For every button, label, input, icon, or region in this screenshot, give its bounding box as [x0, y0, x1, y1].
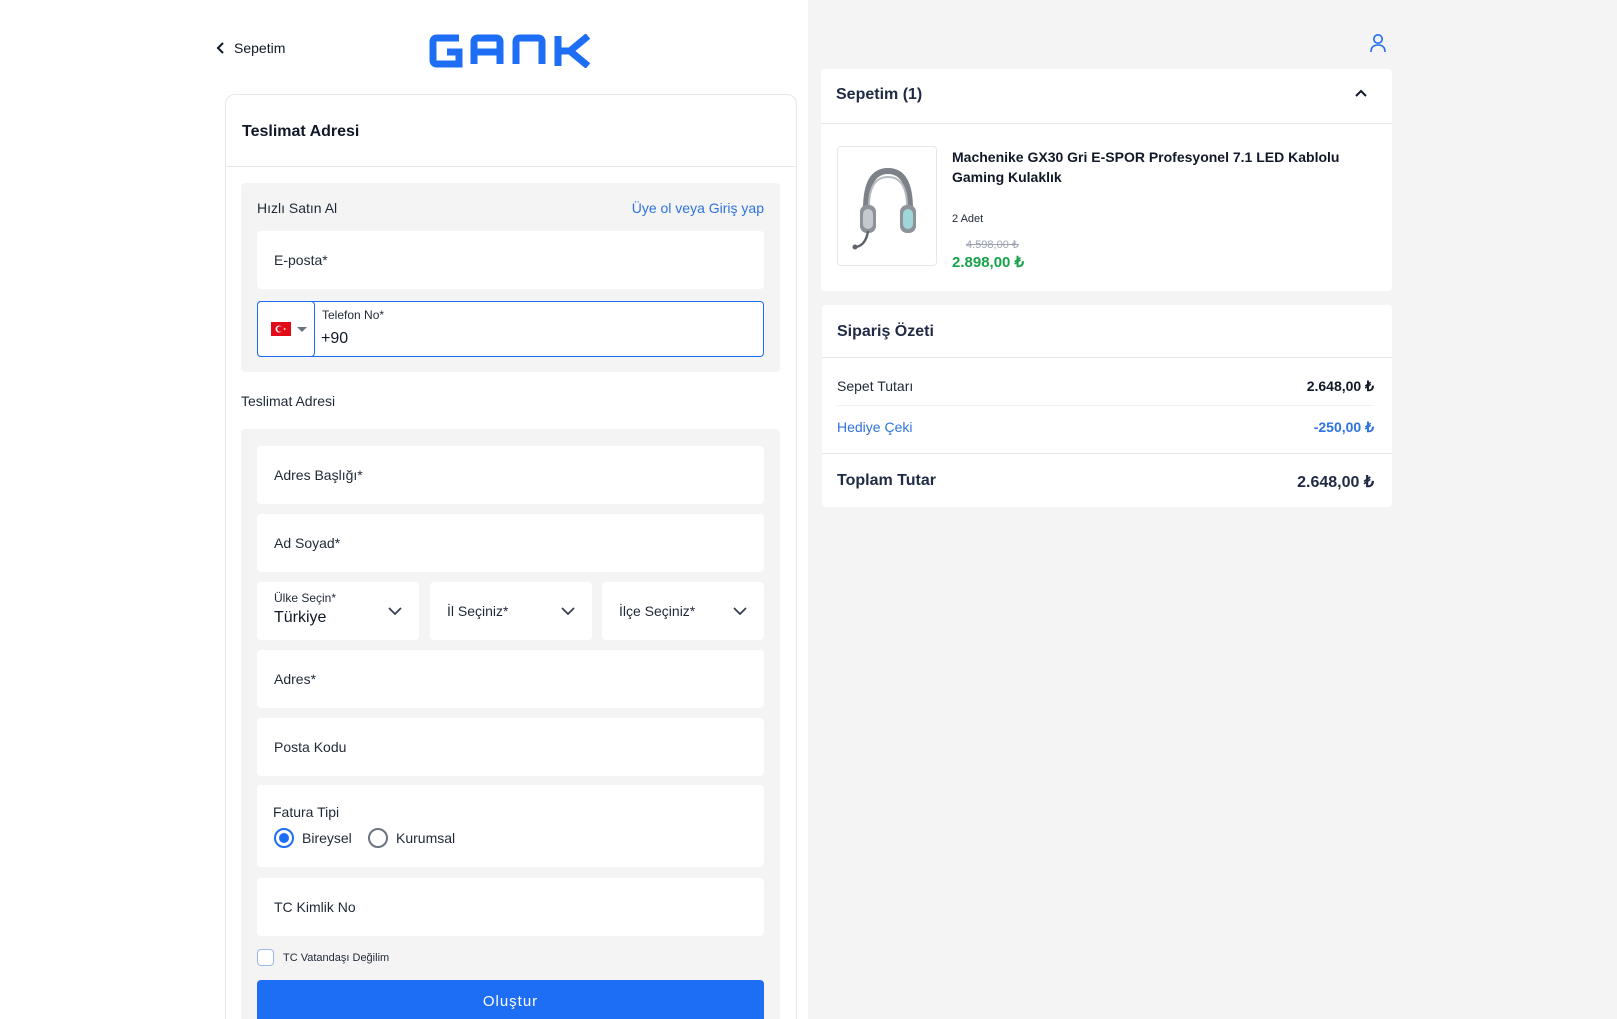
subtotal-label: Sepet Tutarı: [837, 378, 914, 394]
email-label: E-posta*: [274, 252, 328, 268]
divider: [822, 357, 1392, 358]
quick-buy-title: Hızlı Satın Al: [257, 200, 338, 216]
caret-down-icon: [297, 327, 307, 332]
invoice-type-group: Fatura Tipi Bireysel Kurumsal: [257, 785, 764, 867]
product-name[interactable]: Machenike GX30 Gri E-SPOR Profesyonel 7.…: [952, 147, 1372, 187]
postal-code-field[interactable]: Posta Kodu: [257, 718, 764, 776]
chevron-down-icon: [561, 607, 575, 615]
divider: [837, 405, 1374, 406]
create-button[interactable]: Oluştur: [257, 980, 764, 1019]
gank-logo[interactable]: [429, 34, 592, 68]
address-field[interactable]: Adres*: [257, 650, 764, 708]
radio-individual[interactable]: Bireysel: [274, 828, 352, 848]
phone-label: Telefon No*: [322, 308, 385, 322]
address-title-label: Adres Başlığı*: [274, 467, 363, 483]
radio-unselected-icon: [368, 828, 388, 848]
phone-value: +90: [321, 330, 349, 347]
back-label: Sepetim: [234, 40, 286, 56]
user-account-icon[interactable]: [1369, 33, 1387, 53]
card-title: Teslimat Adresi: [242, 123, 360, 140]
cart-card: Sepetim (1) Machenike GX30 Gri E-SPOR Pr…: [821, 69, 1392, 291]
not-citizen-label: TC Vatandaşı Değilim: [283, 951, 390, 964]
gift-card-row: Hediye Çeki -250,00 ₺: [837, 419, 1374, 436]
tr-flag-icon: [271, 322, 291, 336]
subtotal-value: 2.648,00 ₺: [1306, 378, 1374, 394]
city-label: İl Seçiniz*: [447, 603, 509, 619]
divider: [226, 166, 796, 167]
headset-image: [852, 167, 916, 250]
not-citizen-checkbox[interactable]: TC Vatandaşı Değilim: [257, 949, 389, 966]
radio-corporate-label: Kurumsal: [396, 830, 456, 846]
city-select[interactable]: İl Seçiniz*: [430, 582, 592, 640]
total-label: Toplam Tutar: [837, 472, 936, 489]
tc-id-label: TC Kimlik No: [274, 899, 356, 915]
district-label: İlçe Seçiniz*: [619, 603, 696, 619]
postal-code-label: Posta Kodu: [274, 739, 347, 755]
full-name-label: Ad Soyad*: [274, 535, 341, 551]
country-label: Ülke Seçin*: [274, 591, 337, 605]
signup-login-link[interactable]: Üye ol veya Giriş yap: [632, 200, 764, 216]
order-summary-card: Sipariş Özeti Sepet Tutarı 2.648,00 ₺ He…: [822, 305, 1392, 507]
product-old-price: 4.598,00 ₺: [966, 239, 1019, 251]
country-select[interactable]: Ülke Seçin* Türkiye: [257, 582, 419, 640]
district-select[interactable]: İlçe Seçiniz*: [602, 582, 764, 640]
radio-selected-icon: [274, 828, 294, 848]
gift-card-label: Hediye Çeki: [837, 419, 913, 435]
country-value: Türkiye: [274, 609, 327, 626]
invoice-type-title: Fatura Tipi: [273, 804, 340, 820]
cart-title: Sepetim (1): [836, 86, 923, 103]
radio-individual-label: Bireysel: [302, 830, 352, 846]
subtotal-row: Sepet Tutarı 2.648,00 ₺: [837, 378, 1374, 395]
gift-card-value: -250,00 ₺: [1313, 419, 1374, 435]
country-code-select[interactable]: [257, 301, 315, 357]
total-value: 2.648,00 ₺: [1297, 474, 1374, 491]
address-label: Adres*: [274, 671, 317, 687]
chevron-down-icon: [733, 607, 747, 615]
divider: [821, 123, 1392, 124]
checkbox-icon: [257, 949, 274, 966]
address-title-field[interactable]: Adres Başlığı*: [257, 446, 764, 504]
chevron-down-icon: [388, 607, 402, 615]
radio-corporate[interactable]: Kurumsal: [368, 828, 455, 848]
product-thumbnail[interactable]: [837, 146, 937, 266]
chevron-up-icon[interactable]: [1355, 89, 1367, 97]
product-price: 2.898,00 ₺: [952, 254, 1025, 271]
phone-field[interactable]: Telefon No* +90: [257, 301, 764, 357]
total-row: Toplam Tutar 2.648,00 ₺: [837, 472, 1374, 492]
order-summary-title: Sipariş Özeti: [837, 323, 934, 340]
email-field[interactable]: E-posta*: [257, 231, 764, 289]
product-quantity: 2 Adet: [952, 213, 984, 225]
chevron-left-icon: [216, 42, 224, 54]
tc-id-field[interactable]: TC Kimlik No: [257, 878, 764, 936]
back-to-cart-link[interactable]: Sepetim: [216, 40, 285, 56]
divider: [822, 453, 1392, 454]
full-name-field[interactable]: Ad Soyad*: [257, 514, 764, 572]
address-section-title: Teslimat Adresi: [241, 393, 336, 409]
